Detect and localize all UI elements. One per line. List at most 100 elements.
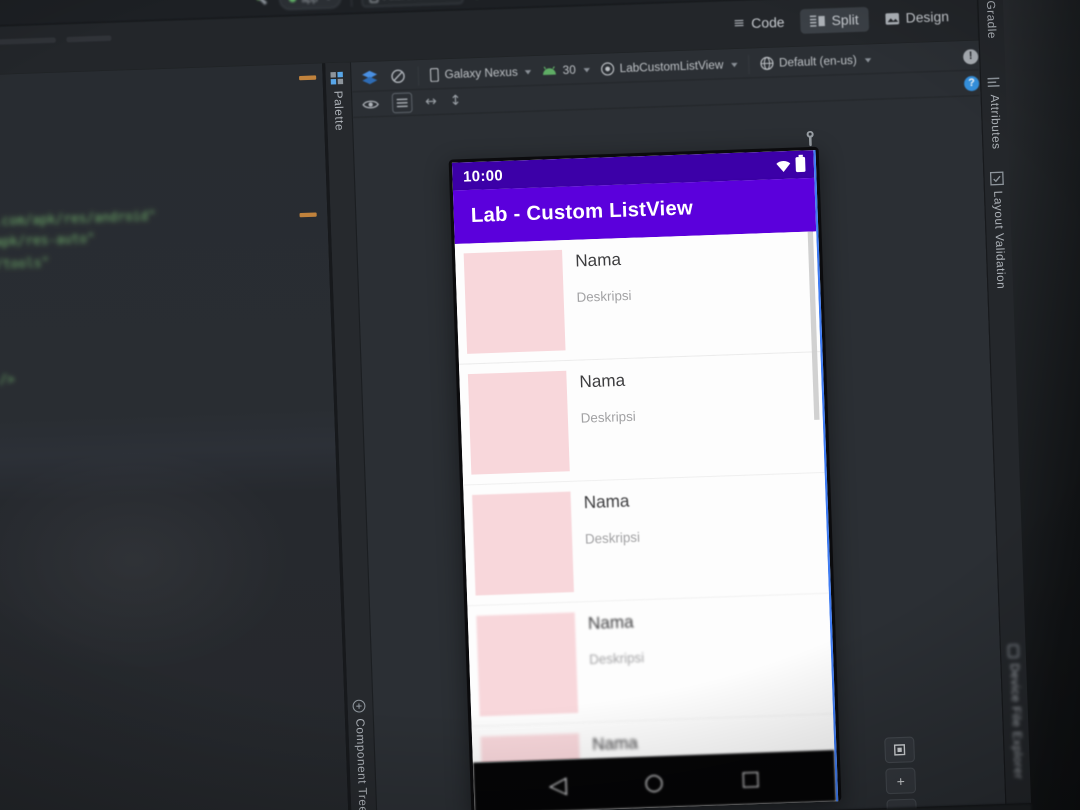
component-tree-icon xyxy=(352,699,366,713)
locale-menu-label: Default (en-us) xyxy=(778,53,858,70)
run-button[interactable]: ▶ xyxy=(472,0,491,1)
device-preview: 10:00 Lab - Custom ListView Nama Deskrip… xyxy=(448,146,842,810)
code-line: .com/apk/res-auto" xyxy=(0,230,96,251)
code-icon: ≡ xyxy=(732,15,746,32)
toolbar-divider xyxy=(350,0,353,7)
tab-code-label: Code xyxy=(750,14,785,32)
scrollbar-warning-marker[interactable] xyxy=(299,212,317,218)
tab-device-file-explorer[interactable]: Device File Explorer xyxy=(1006,644,1025,780)
design-panel: Palette Component Tree Galaxy Nexus 30 L… xyxy=(325,40,1006,810)
item-name: Nama xyxy=(583,492,630,513)
item-description: Deskripsi xyxy=(588,650,645,668)
image-placeholder xyxy=(476,612,579,717)
design-surface-icon[interactable] xyxy=(360,68,379,87)
chevron-down-icon xyxy=(730,62,738,67)
tab-gradle-label: Gradle xyxy=(983,0,998,40)
horizontal-resize-icon[interactable]: ↔ xyxy=(425,94,437,110)
device-menu[interactable]: Galaxy Nexus xyxy=(429,65,532,83)
breadcrumb-dash xyxy=(66,35,112,43)
chevron-down-icon xyxy=(525,69,532,74)
build-hammer-icon[interactable] xyxy=(251,0,270,9)
api-level-menu[interactable]: 30 xyxy=(542,63,590,77)
view-options-eye-icon[interactable] xyxy=(361,95,380,114)
tab-component-tree-label: Component Tree xyxy=(353,718,370,810)
zoom-controls: + − xyxy=(884,736,918,810)
tab-design[interactable]: Design xyxy=(874,4,959,32)
device-screen: 10:00 Lab - Custom ListView Nama Deskrip… xyxy=(451,150,839,810)
split-icon xyxy=(809,14,826,27)
phone-icon xyxy=(369,0,379,3)
device-select-label: Pixel 3 API 28 xyxy=(383,0,443,1)
tab-split-label: Split xyxy=(831,11,859,29)
orientation-icon[interactable] xyxy=(389,67,408,86)
design-icon xyxy=(884,12,899,25)
list-item[interactable]: Nama Deskripsi xyxy=(463,473,829,607)
breadcrumb-dash xyxy=(0,37,56,46)
app-title: Lab - Custom ListView xyxy=(470,197,694,228)
mode-tabs: ≡ Code Split Design xyxy=(723,4,959,37)
image-placeholder xyxy=(467,370,570,475)
item-description: Deskripsi xyxy=(584,529,641,547)
ide-screenshot: app Pixel 3 API 28 ▶ xyxy=(0,0,1080,810)
tab-gradle[interactable]: Gradle xyxy=(984,0,998,39)
wrench-icon[interactable] xyxy=(803,130,817,148)
back-icon: ◁ xyxy=(548,771,568,800)
layout-validation-icon xyxy=(989,171,1004,186)
locale-menu[interactable]: Default (en-us) xyxy=(760,53,871,71)
zoom-fit-icon xyxy=(893,744,906,756)
tab-code[interactable]: ≡ Code xyxy=(723,9,794,36)
recents-icon: □ xyxy=(740,766,761,791)
toolbar-divider xyxy=(747,54,750,74)
scrollbar-warning-marker[interactable] xyxy=(298,75,317,81)
code-line: droid.com/apk/res/android" xyxy=(0,208,157,231)
android-icon xyxy=(543,66,557,75)
tab-attributes-label: Attributes xyxy=(987,94,1003,150)
palette-icon xyxy=(330,71,344,85)
run-config-label: app xyxy=(301,0,317,4)
tab-palette-label: Palette xyxy=(331,90,346,132)
list-item[interactable]: Nama Deskripsi xyxy=(467,593,834,728)
screen-tilt-wrapper: app Pixel 3 API 28 ▶ xyxy=(0,0,1080,810)
list-item[interactable]: Nama Deskripsi xyxy=(454,231,821,365)
code-line: d.com/tools" xyxy=(0,254,50,274)
item-name: Nama xyxy=(579,371,626,392)
vertical-resize-icon[interactable]: ↕ xyxy=(449,93,461,109)
theme-menu[interactable]: LabCustomListView xyxy=(600,57,738,76)
globe-icon xyxy=(760,56,774,70)
device-menu-label: Galaxy Nexus xyxy=(444,65,519,82)
list-item[interactable]: Nama Deskripsi xyxy=(458,352,825,486)
image-placeholder xyxy=(463,249,566,354)
theme-icon xyxy=(600,62,614,76)
xml-editor-panel[interactable]: droid.com/apk/res/android" .com/apk/res-… xyxy=(0,63,349,810)
tab-device-file-explorer-label: Device File Explorer xyxy=(1007,663,1025,780)
api-level-label: 30 xyxy=(562,63,577,77)
tab-component-tree[interactable]: Component Tree xyxy=(352,699,370,810)
item-name: Nama xyxy=(587,613,634,634)
zoom-in-button[interactable]: + xyxy=(885,767,917,795)
phone-icon xyxy=(429,67,439,83)
tab-design-label: Design xyxy=(905,8,950,26)
listview: Nama Deskripsi Nama Deskripsi Nama Deskr… xyxy=(454,231,835,763)
run-config-select[interactable]: app xyxy=(278,0,342,11)
item-name: Nama xyxy=(574,251,622,271)
tab-palette[interactable]: Palette xyxy=(330,71,346,131)
tab-layout-validation-label: Layout Validation xyxy=(990,190,1008,290)
tab-split[interactable]: Split xyxy=(800,6,869,34)
image-placeholder xyxy=(480,733,583,763)
battery-icon xyxy=(795,156,806,173)
home-icon: ○ xyxy=(643,768,665,796)
tab-layout-validation[interactable]: Layout Validation xyxy=(989,171,1008,290)
item-description: Deskripsi xyxy=(576,288,632,306)
wifi-icon xyxy=(776,160,791,172)
run-config-status-dot xyxy=(288,0,297,3)
issues-info-icon[interactable]: ! xyxy=(962,48,979,65)
help-icon[interactable]: ? xyxy=(963,75,980,91)
select-all-icon[interactable] xyxy=(391,92,413,114)
theme-menu-label: LabCustomListView xyxy=(619,58,724,75)
device-select[interactable]: Pixel 3 API 28 xyxy=(361,0,464,8)
chevron-down-icon xyxy=(583,67,590,72)
item-description: Deskripsi xyxy=(580,408,636,426)
tab-attributes[interactable]: Attributes xyxy=(986,75,1002,150)
zoom-to-fit-button[interactable] xyxy=(884,736,916,764)
code-line: ent" /> xyxy=(0,371,15,388)
